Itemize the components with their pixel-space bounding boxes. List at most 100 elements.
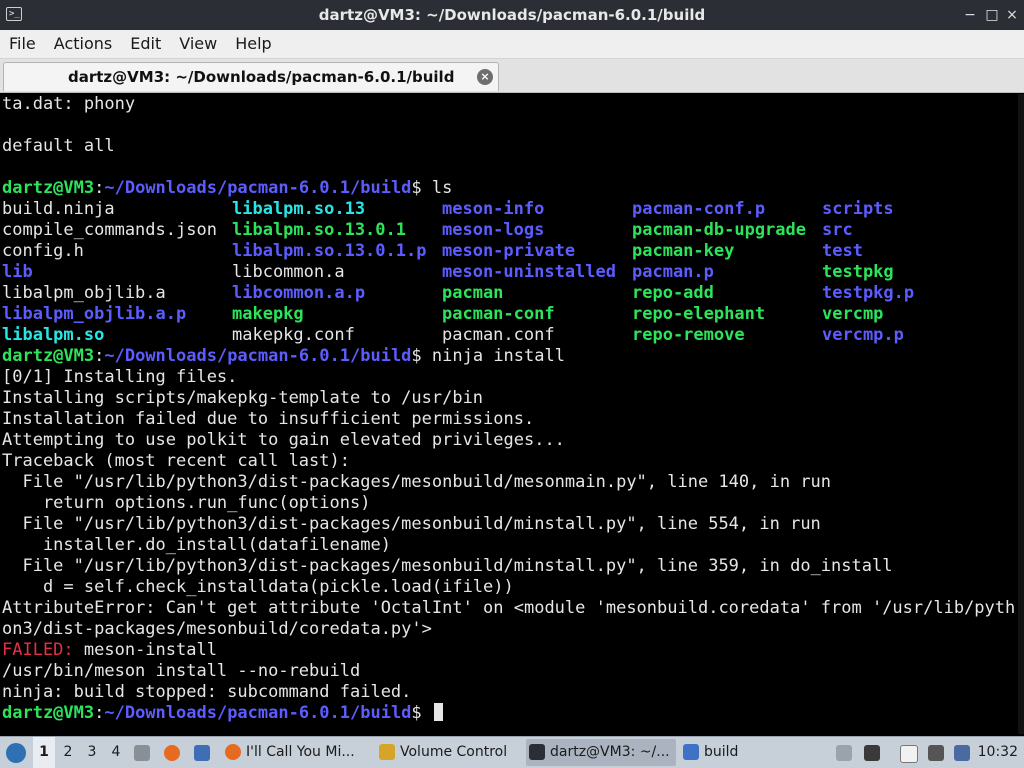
prompt-separator: : xyxy=(94,178,105,198)
output-line: AttributeError: Can't get attribute 'Oct… xyxy=(2,598,1016,618)
ls-entry: libcommon.a xyxy=(232,262,345,282)
workspace-4[interactable]: 4 xyxy=(105,737,127,768)
output-line: Installation failed due to insufficient … xyxy=(2,409,535,429)
task-label: Volume Control xyxy=(400,744,508,760)
text-cursor xyxy=(433,703,443,721)
prompt-symbol: $ xyxy=(411,703,432,723)
output-line: return options.run_func(options) xyxy=(2,493,371,513)
prompt-symbol: $ xyxy=(411,346,432,366)
ls-entry: libalpm.so.13.0.1.p xyxy=(232,241,427,261)
output-line: on3/dist-packages/mesonbuild/coredata.py… xyxy=(2,619,432,639)
keyboard-icon[interactable] xyxy=(928,745,944,761)
prompt-line: dartz@VM3:~/Downloads/pacman-6.0.1/build… xyxy=(2,346,565,367)
clock[interactable]: 10:32 xyxy=(978,737,1018,768)
minimize-button[interactable]: − xyxy=(960,5,980,25)
workspace-2[interactable]: 2 xyxy=(57,737,79,768)
ls-entry: vercmp.p xyxy=(822,325,904,345)
ls-entry: testpkg xyxy=(822,262,894,282)
ls-entry: libalpm_objlib.a.p xyxy=(2,304,187,324)
firefox-icon xyxy=(225,744,241,760)
ls-entry: compile_commands.json xyxy=(2,220,217,240)
failed-text: meson-install xyxy=(73,640,217,660)
prompt-symbol: $ xyxy=(411,178,432,198)
terminal-tab[interactable]: dartz@VM3: ~/Downloads/pacman-6.0.1/buil… xyxy=(3,62,499,91)
output-line: File "/usr/lib/python3/dist-packages/mes… xyxy=(2,514,821,534)
ls-entry: meson-info xyxy=(442,199,545,219)
prompt-line: dartz@VM3:~/Downloads/pacman-6.0.1/build… xyxy=(2,703,443,724)
ls-entry: test xyxy=(822,241,863,261)
task-label: dartz@VM3: ~/... xyxy=(550,744,670,760)
output-line: /usr/bin/meson install --no-rebuild xyxy=(2,661,361,681)
ls-entry: testpkg.p xyxy=(822,283,915,303)
task-label: build xyxy=(704,744,739,760)
prompt-user: dartz@VM3 xyxy=(2,703,95,723)
prompt-path: ~/Downloads/pacman-6.0.1/build xyxy=(104,346,412,366)
task-volume-control[interactable]: Volume Control xyxy=(376,739,520,766)
failed-line: FAILED: meson-install xyxy=(2,640,217,661)
terminal-icon xyxy=(529,744,545,760)
task-firefox[interactable]: I'll Call You Mi... xyxy=(222,739,372,766)
clipboard-icon[interactable] xyxy=(900,745,918,763)
workspace-3[interactable]: 3 xyxy=(81,737,103,768)
prompt-path: ~/Downloads/pacman-6.0.1/build xyxy=(104,703,412,723)
ls-entry: pacman.p xyxy=(632,262,714,282)
volume-control-icon xyxy=(379,744,395,760)
ls-entry: lib xyxy=(2,262,33,282)
output-line: [0/1] Installing files. xyxy=(2,367,238,387)
output-line: Attempting to use polkit to gain elevate… xyxy=(2,430,565,450)
ls-entry: libalpm.so.13 xyxy=(232,199,366,219)
menu-file[interactable]: File xyxy=(0,30,45,58)
ls-entry: pacman-conf.p xyxy=(632,199,766,219)
window-titlebar[interactable]: >_ dartz@VM3: ~/Downloads/pacman-6.0.1/b… xyxy=(0,0,1024,30)
menu-view[interactable]: View xyxy=(170,30,226,58)
ls-entry: meson-uninstalled xyxy=(442,262,616,282)
output-line: File "/usr/lib/python3/dist-packages/mes… xyxy=(2,556,893,576)
file-manager-launcher-icon[interactable] xyxy=(134,745,150,761)
ls-entry: pacman-key xyxy=(632,241,735,261)
workspace-1[interactable]: 1 xyxy=(33,737,55,768)
prompt-user: dartz@VM3 xyxy=(2,346,95,366)
ls-entry: vercmp xyxy=(822,304,884,324)
maximize-button[interactable]: □ xyxy=(982,5,1002,25)
prompt-separator: : xyxy=(94,346,105,366)
output-line: Traceback (most recent call last): xyxy=(2,451,350,471)
output-line: Installing scripts/makepkg-template to /… xyxy=(2,388,484,408)
output-line: d = self.check_installdata(pickle.load(i… xyxy=(2,577,514,597)
prompt-user: dartz@VM3 xyxy=(2,178,95,198)
task-folder[interactable]: build xyxy=(680,739,830,766)
ls-entry: pacman-conf xyxy=(442,304,555,324)
tab-strip: dartz@VM3: ~/Downloads/pacman-6.0.1/buil… xyxy=(0,59,1024,93)
start-menu-icon[interactable] xyxy=(6,743,26,763)
command-text: ninja install xyxy=(431,346,565,366)
tray-network-icon[interactable] xyxy=(836,745,852,761)
show-desktop-icon[interactable] xyxy=(194,745,210,761)
prompt-line: dartz@VM3:~/Downloads/pacman-6.0.1/build… xyxy=(2,178,452,199)
output-line: installer.do_install(datafilename) xyxy=(2,535,391,555)
ls-entry: pacman-db-upgrade xyxy=(632,220,806,240)
output-line: default all xyxy=(2,136,115,156)
network-icon[interactable] xyxy=(954,745,970,761)
menu-actions[interactable]: Actions xyxy=(45,30,121,58)
ls-entry: libalpm.so.13.0.1 xyxy=(232,220,406,240)
ls-entry: build.ninja xyxy=(2,199,115,219)
tab-label: dartz@VM3: ~/Downloads/pacman-6.0.1/buil… xyxy=(68,68,455,86)
close-tab-icon[interactable]: × xyxy=(477,69,493,85)
ls-entry: config.h xyxy=(2,241,84,261)
firefox-launcher-icon[interactable] xyxy=(164,745,180,761)
close-button[interactable]: × xyxy=(1002,5,1022,25)
ls-entry: repo-add xyxy=(632,283,714,303)
ls-entry: repo-remove xyxy=(632,325,745,345)
terminal-scrollbar[interactable] xyxy=(1018,94,1024,734)
task-label: I'll Call You Mi... xyxy=(246,744,355,760)
output-line: ninja: build stopped: subcommand failed. xyxy=(2,682,412,702)
terminal-output[interactable]: ta.dat: phony default all dartz@VM3:~/Down… xyxy=(0,94,1024,734)
ls-entry: meson-logs xyxy=(442,220,545,240)
ls-entry: pacman.conf xyxy=(442,325,555,345)
prompt-separator: : xyxy=(94,703,105,723)
menu-edit[interactable]: Edit xyxy=(121,30,170,58)
task-terminal[interactable]: dartz@VM3: ~/... xyxy=(526,739,676,766)
volume-icon[interactable] xyxy=(864,745,880,761)
ls-entry: pacman xyxy=(442,283,504,303)
ls-entry: meson-private xyxy=(442,241,576,261)
menu-help[interactable]: Help xyxy=(226,30,280,58)
